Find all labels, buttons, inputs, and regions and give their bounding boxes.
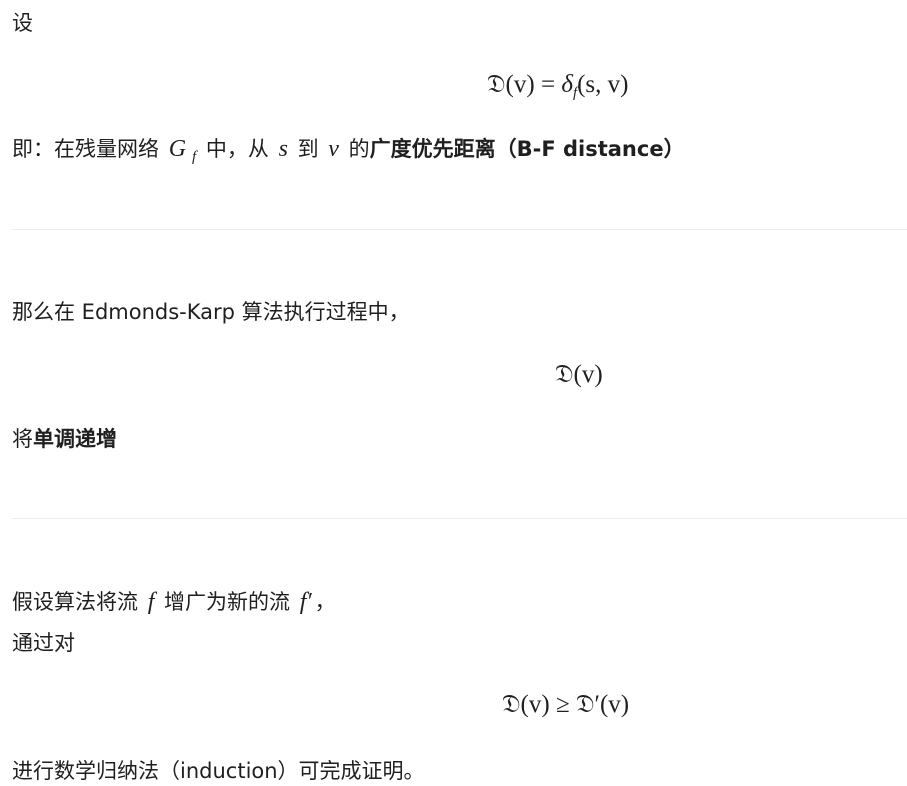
explanation-line-1: 即：在残量网络 Gf 中，从 s 到 v 的广度优先距离（B-F distanc… — [12, 134, 685, 172]
monotonic-prefix: 将 — [12, 427, 33, 451]
conclusion-line: 进行数学归纳法（induction）可完成证明。 — [12, 759, 425, 783]
explanation-mid-3: 的 — [341, 137, 370, 161]
var-f-prime: f′ — [299, 589, 312, 615]
intro-text-2: 那么在 Edmonds-Karp 算法执行过程中， — [12, 300, 410, 324]
intro-text-1: 设 — [12, 11, 33, 35]
inequality-rhs: 𝔇′(v) — [575, 691, 630, 718]
var-f: f — [147, 589, 155, 615]
var-v: v — [328, 136, 339, 162]
formula-equals: = — [534, 71, 562, 98]
formula-distance-definition: 𝔇(v) = δf(s, v) — [487, 70, 629, 108]
monotonic-line: 将单调递增 — [12, 424, 117, 454]
formula-inequality: 𝔇(v) ≥ 𝔇′(v) — [502, 690, 629, 720]
inequality-op: ≥ — [549, 691, 576, 718]
inequality-lhs: 𝔇(v) — [502, 691, 550, 718]
var-s: s — [278, 136, 288, 162]
assumption-line: 假设算法将流 f 增广为新的流 f′， — [12, 587, 336, 617]
formula-d-of-v: 𝔇(v) — [555, 361, 603, 388]
via-line: 通过对 — [12, 631, 75, 655]
formula-distance: 𝔇(v) — [555, 360, 603, 390]
formula-args: (s, v) — [577, 71, 629, 98]
bold-term-bf-distance: 广度优先距离（B-F distance） — [369, 137, 685, 161]
explanation-mid-1: 中，从 — [199, 137, 276, 161]
formula-lhs: 𝔇(v) — [487, 71, 535, 98]
section-divider-2 — [12, 518, 907, 519]
section-divider-1 — [12, 229, 907, 230]
explanation-mid-2: 到 — [290, 137, 326, 161]
assumption-suffix: ， — [314, 590, 336, 614]
assumption-mid: 增广为新的流 — [157, 590, 297, 614]
bold-term-monotonic: 单调递增 — [33, 427, 117, 451]
var-G-subscript: f — [192, 149, 197, 165]
var-G: G — [168, 136, 187, 162]
formula-delta: δ — [561, 71, 573, 98]
assumption-prefix: 假设算法将流 — [12, 590, 145, 614]
explanation-prefix: 即：在残量网络 — [12, 137, 166, 161]
